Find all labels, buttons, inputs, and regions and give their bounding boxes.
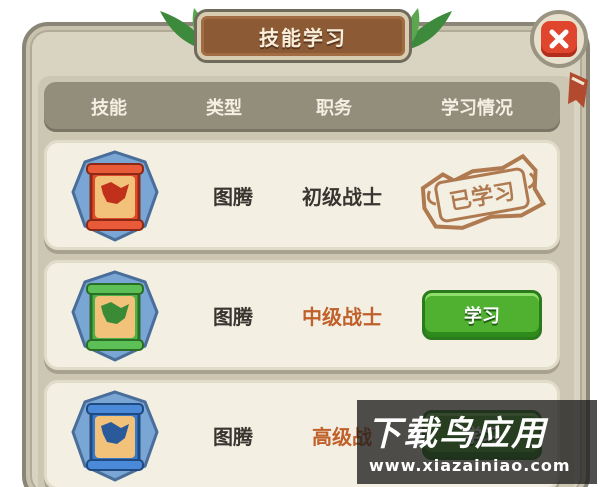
skill-row: 图腾 初级战士 已学习 [44, 140, 560, 250]
skill-row: 图腾 中级战士 学习 [44, 260, 560, 370]
skill-type: 图腾 [213, 424, 253, 449]
skill-type: 图腾 [213, 304, 253, 329]
watermark-overlay: 下载鸟应用 www.xiazainiao.com [357, 400, 597, 484]
skill-status: 已学习 [407, 143, 557, 247]
ribbon-tag-icon [568, 72, 588, 108]
skill-rank: 初级战士 [302, 184, 382, 209]
skill-status: 学习 [407, 263, 557, 367]
header-rank: 职务 [316, 98, 352, 119]
skill-type: 图腾 [213, 184, 253, 209]
green-wolf-totem-icon [67, 268, 163, 364]
red-wolf-totem-icon [67, 148, 163, 244]
header-status: 学习情况 [441, 98, 513, 119]
watermark-title: 下载鸟应用 [367, 414, 547, 454]
blue-wolf-totem-icon [67, 388, 163, 484]
skill-rank: 中级战士 [302, 304, 382, 329]
header-skill: 技能 [91, 98, 127, 119]
learn-button[interactable]: 学习 [422, 290, 542, 340]
table-header: 技能 类型 职务 学习情况 [44, 82, 560, 132]
learned-stamp: 已学习 [412, 147, 553, 242]
close-button[interactable] [530, 10, 588, 68]
watermark-url: www.xiazainiao.com [369, 456, 571, 475]
close-icon [541, 21, 577, 57]
dialog-title: 技能学习 [197, 12, 409, 60]
header-type: 类型 [206, 98, 242, 119]
